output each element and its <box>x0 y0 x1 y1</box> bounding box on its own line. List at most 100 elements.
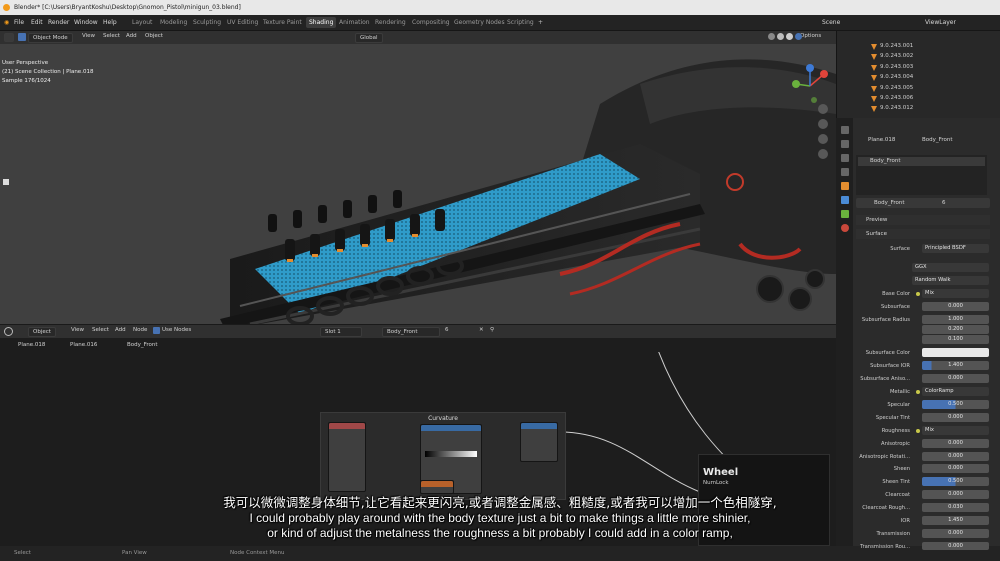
use-nodes-checkbox[interactable] <box>153 327 160 334</box>
outliner-row[interactable]: 9.0.243.001 <box>837 43 1000 53</box>
pan-hand-icon[interactable] <box>818 119 828 129</box>
outliner[interactable]: 9.0.243.001 9.0.243.002 9.0.243.003 9.0.… <box>836 31 1000 118</box>
editor-type-icon[interactable] <box>4 327 13 336</box>
specular-tint-field[interactable]: 0.000 <box>922 413 989 422</box>
material-users-count[interactable]: 6 <box>445 327 449 333</box>
tab-sculpting[interactable]: Sculpting <box>193 19 221 26</box>
material-name-field[interactable]: Body_Front <box>382 327 440 337</box>
subsurface-aniso-field[interactable]: 0.000 <box>922 374 989 383</box>
subtitle-chinese: 我可以微微调整身体细节,让它看起来更闪亮,或者调整金属感、粗糙度,或者我可以增加… <box>223 495 777 510</box>
navigation-gizmo[interactable] <box>788 64 832 108</box>
vp-menu-view[interactable]: View <box>82 33 95 39</box>
anisotropic-field[interactable]: 0.000 <box>922 439 989 448</box>
outliner-row[interactable]: 9.0.243.006 <box>837 95 1000 105</box>
attribute-node[interactable] <box>328 422 366 492</box>
3d-viewport[interactable]: User Perspective (21) Scene Collection |… <box>0 44 836 324</box>
vp-menu-select[interactable]: Select <box>103 33 120 39</box>
color-socket-icon[interactable] <box>916 390 920 394</box>
mix-node[interactable] <box>520 422 558 462</box>
node-header <box>329 423 365 429</box>
transmission-roughness-field[interactable]: 0.000 <box>922 542 989 550</box>
color-socket-icon[interactable] <box>916 292 920 296</box>
anisotropic-rotation-field[interactable]: 0.000 <box>922 452 989 461</box>
select-mode-icon[interactable] <box>18 33 26 41</box>
ne-menu-select[interactable]: Select <box>92 327 109 333</box>
pin-icon[interactable]: ⚲ <box>490 327 494 333</box>
tab-compositing[interactable]: Compositing <box>412 19 450 26</box>
material-slot-list[interactable]: Body_Front <box>856 155 987 195</box>
tab-uv-editing[interactable]: UV Editing <box>227 19 258 26</box>
shading-modes[interactable] <box>768 33 802 41</box>
menu-render[interactable]: Render <box>48 19 69 26</box>
material-slot-item[interactable]: Body_Front <box>858 157 985 166</box>
metallic-field[interactable]: ColorRamp <box>922 387 989 396</box>
options-dropdown[interactable]: Options <box>800 33 821 39</box>
tool-tab-icon[interactable] <box>840 126 849 134</box>
distribution-dropdown[interactable]: GGX <box>912 263 989 272</box>
menu-window[interactable]: Window <box>74 19 98 26</box>
menu-edit[interactable]: Edit <box>31 19 43 26</box>
subsurface-method-dropdown[interactable]: Random Walk <box>912 276 989 285</box>
color-ramp-gradient[interactable] <box>425 451 477 457</box>
object-mode-dropdown[interactable]: Object Mode <box>28 33 73 43</box>
subsurface-ior-field[interactable]: 1.400 <box>922 361 989 370</box>
tab-modeling[interactable]: Modeling <box>160 19 187 26</box>
surface-panel-header[interactable]: Surface <box>856 229 990 239</box>
surface-shader-field[interactable]: Principled BSDF <box>922 244 989 253</box>
sheen-tint-field[interactable]: 0.500 <box>922 477 989 486</box>
blender-menu-icon[interactable]: ◉ <box>4 19 9 26</box>
base-color-field[interactable]: Mix <box>922 289 989 298</box>
data-tab-icon[interactable] <box>840 210 849 218</box>
tab-geometry-nodes[interactable]: Geometry Nodes <box>454 19 505 26</box>
modifier-tab-icon[interactable] <box>840 196 849 204</box>
scene-tab-icon[interactable] <box>840 168 849 176</box>
viewport-nav-buttons[interactable] <box>818 104 830 164</box>
render-tab-icon[interactable] <box>840 140 849 148</box>
specular-field[interactable]: 0.500 <box>922 400 989 409</box>
tab-texture-paint[interactable]: Texture Paint <box>263 19 302 26</box>
ne-menu-view[interactable]: View <box>71 327 84 333</box>
sheen-field[interactable]: 0.000 <box>922 464 989 473</box>
material-tab-icon[interactable] <box>840 224 849 232</box>
camera-icon[interactable] <box>818 134 828 144</box>
outliner-row[interactable]: 9.0.243.005 <box>837 85 1000 95</box>
subsurface-radius-y[interactable]: 0.200 <box>922 325 989 334</box>
menu-help[interactable]: Help <box>103 19 117 26</box>
editor-type-icon[interactable] <box>4 33 14 42</box>
outliner-row[interactable]: 9.0.243.003 <box>837 64 1000 74</box>
view-layer-label[interactable]: ViewLayer <box>925 19 956 26</box>
output-tab-icon[interactable] <box>840 154 849 162</box>
outliner-row[interactable]: 9.0.243.002 <box>837 53 1000 63</box>
subsurface-radius-x[interactable]: 1.000 <box>922 315 989 324</box>
vp-menu-add[interactable]: Add <box>126 33 137 39</box>
outliner-row[interactable]: 9.0.243.012 <box>837 105 1000 115</box>
outliner-row[interactable]: 9.0.243.004 <box>837 74 1000 84</box>
tab-scripting[interactable]: Scripting <box>507 19 534 26</box>
tab-shading[interactable]: Shading <box>306 17 337 28</box>
zoom-icon[interactable] <box>818 104 828 114</box>
unlink-material-icon[interactable]: ✕ <box>479 327 484 333</box>
material-name-field[interactable]: Body_Front <box>856 198 990 208</box>
menu-file[interactable]: File <box>14 19 24 26</box>
transform-orientation-dropdown[interactable]: Global <box>355 33 383 43</box>
scene-label[interactable]: Scene <box>822 19 840 26</box>
tab-rendering[interactable]: Rendering <box>375 19 406 26</box>
color-socket-icon[interactable] <box>916 429 920 433</box>
preview-panel-header[interactable]: Preview <box>856 215 990 225</box>
subsurface-field[interactable]: 0.000 <box>922 302 989 311</box>
tab-animation[interactable]: Animation <box>339 19 370 26</box>
subsurface-color-swatch[interactable] <box>922 348 989 357</box>
ne-menu-add[interactable]: Add <box>115 327 126 333</box>
node-object-dropdown[interactable]: Object <box>28 327 56 337</box>
subsurface-radius-z[interactable]: 0.100 <box>922 335 989 344</box>
tab-layout[interactable]: Layout <box>132 19 152 26</box>
roughness-field[interactable]: Mix <box>922 426 989 435</box>
ne-menu-node[interactable]: Node <box>133 327 147 333</box>
ortho-grid-icon[interactable] <box>818 149 828 159</box>
object-tab-icon[interactable] <box>840 182 849 190</box>
node-header <box>521 423 557 429</box>
add-workspace-icon[interactable]: + <box>538 19 543 26</box>
vp-menu-object[interactable]: Object <box>145 33 163 39</box>
slot-dropdown[interactable]: Slot 1 <box>320 327 362 337</box>
material-users[interactable]: 6 <box>942 200 946 206</box>
